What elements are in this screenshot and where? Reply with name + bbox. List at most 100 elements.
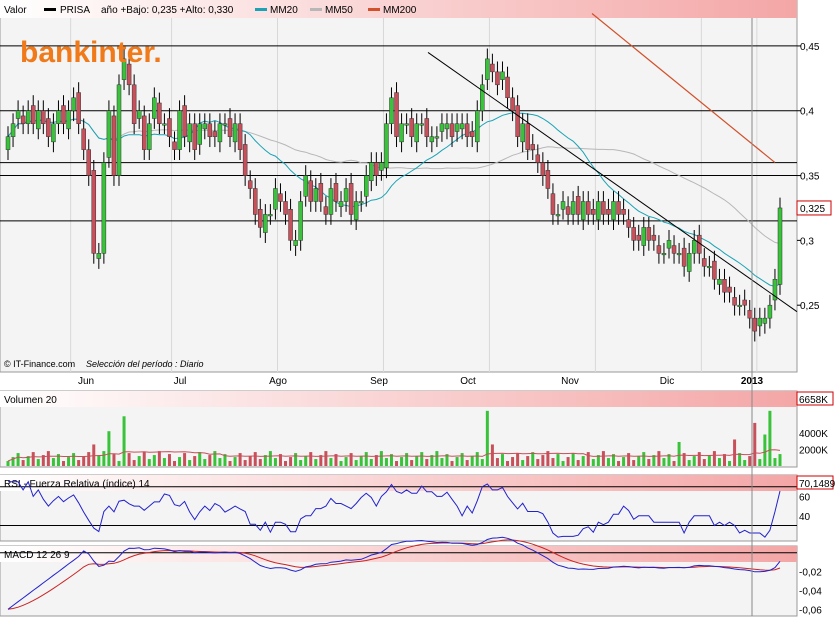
candle-body	[394, 92, 399, 137]
volume-bar	[157, 451, 161, 466]
volume-bar	[632, 460, 636, 466]
volume-bar	[642, 452, 646, 466]
candle-body	[76, 92, 81, 124]
volume-bar	[395, 461, 399, 466]
volume-header	[0, 391, 797, 407]
volume-bar	[6, 461, 10, 466]
volume-bar	[425, 459, 429, 466]
candle-body	[691, 240, 697, 254]
volume-bar	[627, 453, 631, 466]
volume-bar	[309, 452, 313, 466]
volume-bar	[763, 434, 767, 466]
candle-body	[197, 123, 202, 145]
volume-bar	[617, 461, 621, 466]
macd-header	[0, 546, 797, 562]
volume-bar	[354, 460, 358, 466]
volume-bar	[193, 456, 197, 466]
volume-bar	[258, 459, 262, 466]
candle-body	[36, 110, 41, 130]
x-tick-label: Jun	[78, 376, 94, 387]
volume-bar	[606, 458, 610, 466]
volume-bar	[127, 453, 131, 466]
candle-body	[399, 123, 404, 143]
candle-body	[661, 253, 667, 256]
candle-body	[510, 97, 515, 111]
price-tick-label: 0,3	[800, 236, 814, 247]
candle-body	[762, 317, 768, 324]
candle-body	[712, 260, 717, 280]
volume-bar	[359, 456, 363, 466]
stock-chart: Valor PRISA año +Bajo: 0,235 +Alto: 0,33…	[0, 0, 835, 620]
candle-body	[570, 201, 576, 215]
macd-title: MACD 12 26 9	[4, 550, 70, 561]
candle-body	[651, 234, 657, 241]
volume-bar	[87, 452, 91, 466]
volume-bar	[657, 451, 661, 466]
volume-bar	[662, 458, 666, 466]
macd-tick-label: -0,04	[799, 586, 822, 597]
candle-body	[727, 286, 732, 293]
candle-body	[565, 206, 571, 215]
volume-bar	[400, 457, 404, 466]
volume-bar	[178, 457, 182, 466]
candle-body	[636, 234, 641, 241]
volume-bar	[188, 460, 192, 466]
candle-body	[409, 118, 414, 137]
volume-bar	[152, 455, 156, 466]
candle-body	[56, 110, 61, 124]
volume-bar	[455, 457, 459, 466]
candle-body	[525, 123, 530, 150]
volume-bar	[137, 456, 141, 466]
header-valor: Valor	[4, 5, 27, 16]
macd-tick-label: -0,02	[799, 568, 822, 579]
volume-bar	[198, 452, 202, 466]
candle-body	[434, 136, 440, 139]
volume-bar	[753, 422, 757, 466]
candle-body	[96, 253, 102, 259]
candle-body	[535, 154, 541, 163]
volume-bar	[591, 459, 595, 466]
candle-body	[505, 76, 510, 99]
candle-body	[247, 180, 253, 189]
candle-body	[686, 253, 692, 272]
candle-body	[308, 180, 313, 202]
candle-body	[702, 258, 707, 267]
candle-body	[545, 170, 551, 189]
candle-body	[621, 209, 626, 215]
candle-body	[212, 131, 218, 137]
candle-body	[374, 162, 379, 176]
candle-body	[389, 97, 394, 124]
volume-bar	[82, 456, 86, 466]
last-value-label: 0,325	[796, 200, 832, 216]
candle-body	[666, 240, 672, 249]
volume-bar	[541, 455, 545, 466]
candle-body	[515, 105, 520, 137]
candle-body	[676, 253, 682, 256]
candle-body	[268, 214, 273, 217]
price-tick-label: 0,35	[800, 172, 820, 183]
volume-bar	[450, 461, 454, 466]
volume-bar	[722, 454, 726, 466]
volume-bar	[500, 454, 504, 466]
volume-bar	[778, 454, 782, 466]
volume-tick-label: 2000K	[799, 445, 828, 456]
candle-body	[555, 214, 561, 217]
volume-bar	[107, 431, 111, 466]
volume-bar	[208, 455, 212, 466]
candle-body	[444, 123, 450, 130]
legend-mm50: MM50	[325, 5, 353, 16]
candle-body	[616, 201, 621, 215]
price-y-axis: 0,45 0,4 0,35 0,3 0,25	[797, 42, 820, 312]
candle-body	[591, 209, 596, 215]
candle-body	[717, 279, 722, 285]
candle-body	[601, 201, 606, 215]
volume-bar	[475, 452, 479, 466]
candle-body	[182, 105, 187, 137]
candle-body	[767, 304, 773, 319]
volume-bar	[102, 451, 106, 466]
volume-bar	[62, 461, 66, 466]
volume-bar	[601, 451, 605, 466]
candle-body	[298, 201, 303, 241]
volume-bar	[349, 453, 353, 466]
candle-body	[722, 279, 727, 293]
